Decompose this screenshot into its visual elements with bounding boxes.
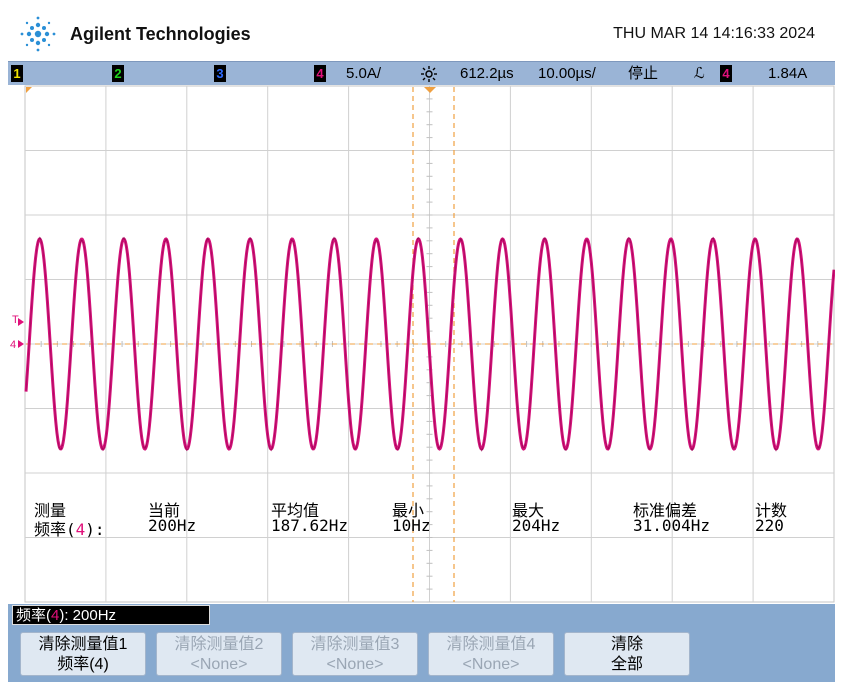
trigger-marker: T xyxy=(12,314,19,326)
channel-4-ground-arrow-icon xyxy=(18,340,24,348)
meas-max-value: 204Hz xyxy=(512,516,561,535)
trigger-position-marker-icon[interactable] xyxy=(424,87,436,93)
clear-all-button[interactable]: 清除 全部 xyxy=(564,632,690,676)
channel-2-indicator[interactable]: 2 xyxy=(112,65,124,82)
softkey-5-line1: 清除 xyxy=(610,636,643,653)
softkey-1-line2: 频率(4) xyxy=(57,656,109,673)
run-state[interactable]: 停止 xyxy=(628,65,658,83)
channel-4-ground-marker[interactable]: 4 xyxy=(10,339,16,351)
measurement-status-line: 频率(4): 200Hz xyxy=(12,605,210,625)
meas-current-value: 200Hz xyxy=(148,516,197,535)
meas-count-value: 220 xyxy=(755,516,784,535)
trigger-level: 1.84A xyxy=(768,65,808,82)
waveform-display[interactable]: T 4 测量 当前 平均值 最小 最大 标准偏差 计数 频率(4): 200Hz… xyxy=(8,85,835,605)
meas-mean-value: 187.62Hz xyxy=(271,516,349,535)
softkey-4-line2: <None> xyxy=(462,656,520,673)
meas-stddev-value: 31.004Hz xyxy=(633,516,711,535)
clear-measurement-2-button[interactable]: 清除测量值2 <None> xyxy=(156,632,282,676)
channel-4-indicator[interactable]: 4 xyxy=(314,65,326,82)
meas-label-prefix: 频率( xyxy=(34,520,76,539)
trigger-delay-icon xyxy=(421,66,437,82)
left-corner-marker-icon xyxy=(26,87,32,93)
brand-name: Agilent Technologies xyxy=(70,24,251,44)
meas-min-value: 10Hz xyxy=(392,516,431,535)
trigger-source-indicator: 4 xyxy=(720,65,732,82)
clear-measurement-4-button[interactable]: 清除测量值4 <None> xyxy=(428,632,554,676)
status-bar: 1 2 3 4 5.0A/ 612.2µs 10.00µs/ 停止 ℒ 4 1.… xyxy=(8,61,835,87)
status-suffix: ): 200Hz xyxy=(59,607,117,624)
clear-measurement-1-button[interactable]: 清除测量值1 频率(4) xyxy=(20,632,146,676)
channel-1-indicator[interactable]: 1 xyxy=(11,65,23,82)
channel-4-scale: 5.0A/ xyxy=(346,65,382,82)
softkey-3-line1: 清除测量值3 xyxy=(310,636,400,653)
softkey-5-line2: 全部 xyxy=(610,656,643,673)
agilent-spark-logo-icon xyxy=(20,16,56,52)
channel-3-indicator[interactable]: 3 xyxy=(214,65,226,82)
trigger-slope-icon: ℒ xyxy=(694,65,705,82)
clear-measurement-3-button[interactable]: 清除测量值3 <None> xyxy=(292,632,418,676)
softkey-1-line1: 清除测量值1 xyxy=(38,636,128,653)
meas-row-label: 频率(4): xyxy=(34,516,105,540)
header: Agilent Technologies THU MAR 14 14:16:33… xyxy=(0,0,845,60)
status-prefix: 频率( xyxy=(16,607,51,624)
trigger-delay: 612.2µs xyxy=(460,65,514,82)
softkey-3-line2: <None> xyxy=(326,656,384,673)
timebase: 10.00µs/ xyxy=(538,65,596,82)
date-time: THU MAR 14 14:16:33 2024 xyxy=(613,25,815,42)
trigger-marker-arrow-icon xyxy=(18,318,24,326)
meas-label-suffix: ): xyxy=(85,520,105,539)
softkey-4-line1: 清除测量值4 xyxy=(446,636,536,653)
softkey-2-line2: <None> xyxy=(190,656,248,673)
meas-label-channel: 4 xyxy=(75,520,86,539)
softkey-2-line1: 清除测量值2 xyxy=(174,636,264,653)
